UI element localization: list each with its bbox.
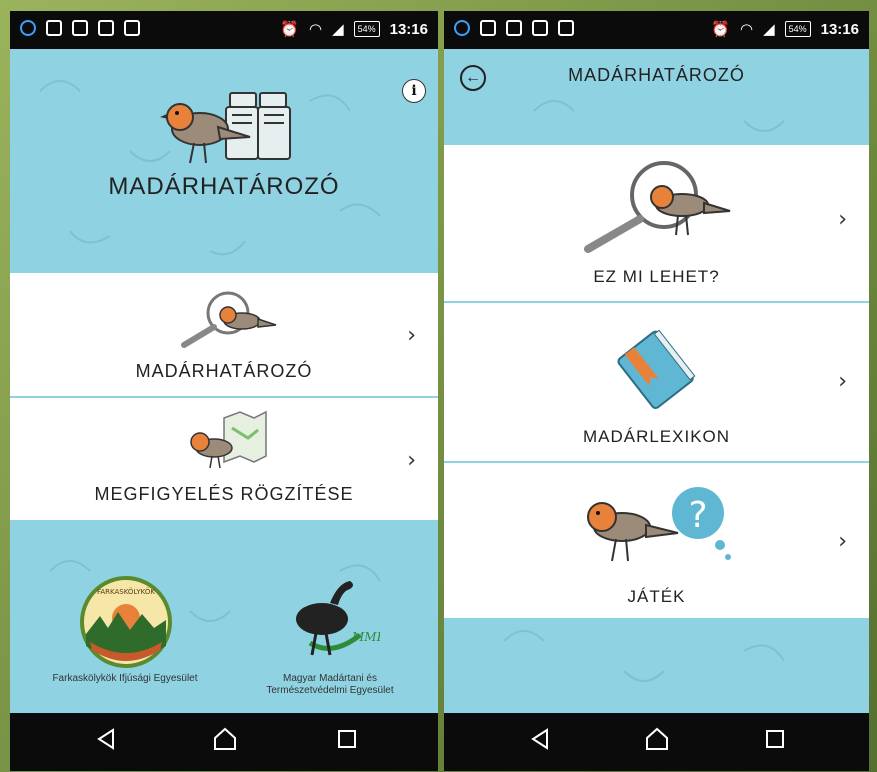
menu-item-label: MADÁRLEXIKON [582, 427, 731, 446]
app-logo-icon [160, 92, 291, 164]
home-icon[interactable] [644, 727, 670, 751]
app-s-icon [20, 20, 36, 36]
wifi-icon: ◠ [739, 21, 754, 38]
badge-text: FARKASKÖLYKÖK [97, 587, 155, 596]
battery-icon: 54% [784, 21, 811, 37]
magnifier-bird-icon [584, 161, 731, 253]
right-phone-screen: ⏰ ◠ ◢ 54% 13:16 ← MADÁRHATÁROZÓ EZ MI LE… [444, 11, 869, 771]
menu-item-jatek[interactable]: ? JÁTÉK › [444, 463, 869, 618]
app-title: MADÁRHATÁROZÓ [108, 173, 340, 200]
menu-item-label: EZ MI LEHET? [593, 267, 720, 286]
header-title: MADÁRHATÁROZÓ [568, 65, 745, 85]
app-s-icon [454, 20, 470, 36]
menu-item-madarlexikon[interactable]: MADÁRLEXIKON › [444, 303, 869, 461]
download-icon [532, 20, 548, 36]
download-icon [72, 20, 88, 36]
menu-item-label: MEGFIGYELÉS RÖGZÍTÉSE [94, 484, 354, 504]
menu-item-megfigyeles-rogzitese[interactable]: MEGFIGYELÉS RÖGZÍTÉSE › [10, 398, 438, 520]
info-button[interactable]: i [402, 79, 426, 103]
menu-item-label: JÁTÉK [627, 587, 686, 606]
home-icon[interactable] [212, 727, 238, 751]
svg-text:?: ? [688, 495, 707, 536]
farkaskolykok-logo: FARKASKÖLYKÖK [80, 576, 172, 668]
chevron-right-icon: › [838, 207, 847, 232]
bird-question-icon: ? [587, 487, 731, 562]
instagram-icon [506, 20, 522, 36]
bird-map-icon [190, 410, 267, 469]
status-bar: ⏰ ◠ ◢ 54% 13:16 [10, 11, 438, 49]
recents-icon[interactable] [336, 727, 358, 751]
signal-icon: ◢ [332, 21, 344, 38]
status-bar: ⏰ ◠ ◢ 54% 13:16 [444, 11, 869, 49]
back-triangle-icon[interactable] [95, 727, 117, 751]
status-time: 13:16 [820, 20, 859, 38]
wifi-icon: ◠ [308, 21, 323, 38]
recents-icon[interactable] [764, 727, 786, 751]
org-name-farkaskolykok: Farkaskölykök Ifjúsági Egyesület [52, 673, 198, 684]
menu-item-madarhatarozo[interactable]: MADÁRHATÁROZÓ › [10, 273, 438, 396]
back-triangle-icon[interactable] [529, 727, 551, 751]
instagram-icon [46, 20, 62, 36]
battery-icon: 54% [353, 21, 380, 37]
sim-icon [558, 20, 574, 36]
alarm-icon: ⏰ [711, 21, 730, 38]
org-name-mme: Magyar Madártani és Természetvédelmi Egy… [266, 673, 394, 696]
chevron-right-icon: › [407, 323, 416, 348]
sim-icon [124, 20, 140, 36]
status-time: 13:16 [389, 20, 428, 38]
chevron-right-icon: › [838, 369, 847, 394]
magnifier-bird-icon [181, 291, 277, 348]
android-nav-bar [10, 713, 438, 771]
book-icon [617, 329, 696, 409]
android-nav-bar [444, 713, 869, 771]
alarm-icon: ⏰ [280, 21, 299, 38]
left-phone-screen: ⏰ ◠ ◢ 54% 13:16 i MADÁRHATÁROZÓ MADÁRHAT… [10, 11, 438, 771]
menu-item-ez-mi-lehet[interactable]: EZ MI LEHET? › [444, 145, 869, 301]
menu-item-label: MADÁRHATÁROZÓ [135, 361, 313, 381]
image-icon [480, 20, 496, 36]
signal-icon: ◢ [763, 21, 775, 38]
image-icon [98, 20, 114, 36]
chevron-right-icon: › [407, 448, 416, 473]
badge-text: MME [351, 630, 380, 644]
chevron-right-icon: › [838, 529, 847, 554]
mme-logo: MME [296, 581, 380, 656]
